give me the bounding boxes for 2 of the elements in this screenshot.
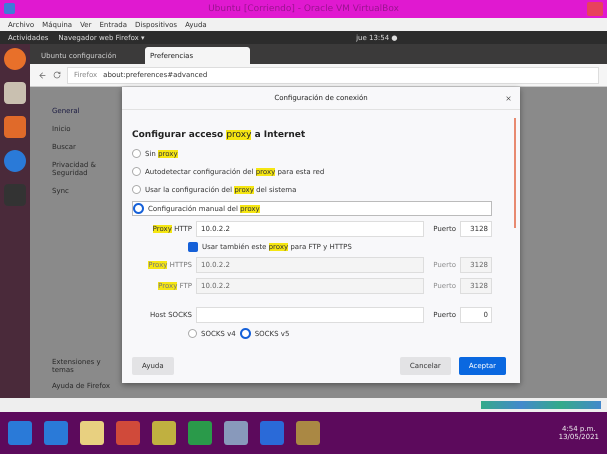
- section-heading: Configurar acceso proxy a Internet: [132, 130, 306, 140]
- window-title: Ubuntu [Corriendo] - Oracle VM VirtualBox: [208, 4, 399, 14]
